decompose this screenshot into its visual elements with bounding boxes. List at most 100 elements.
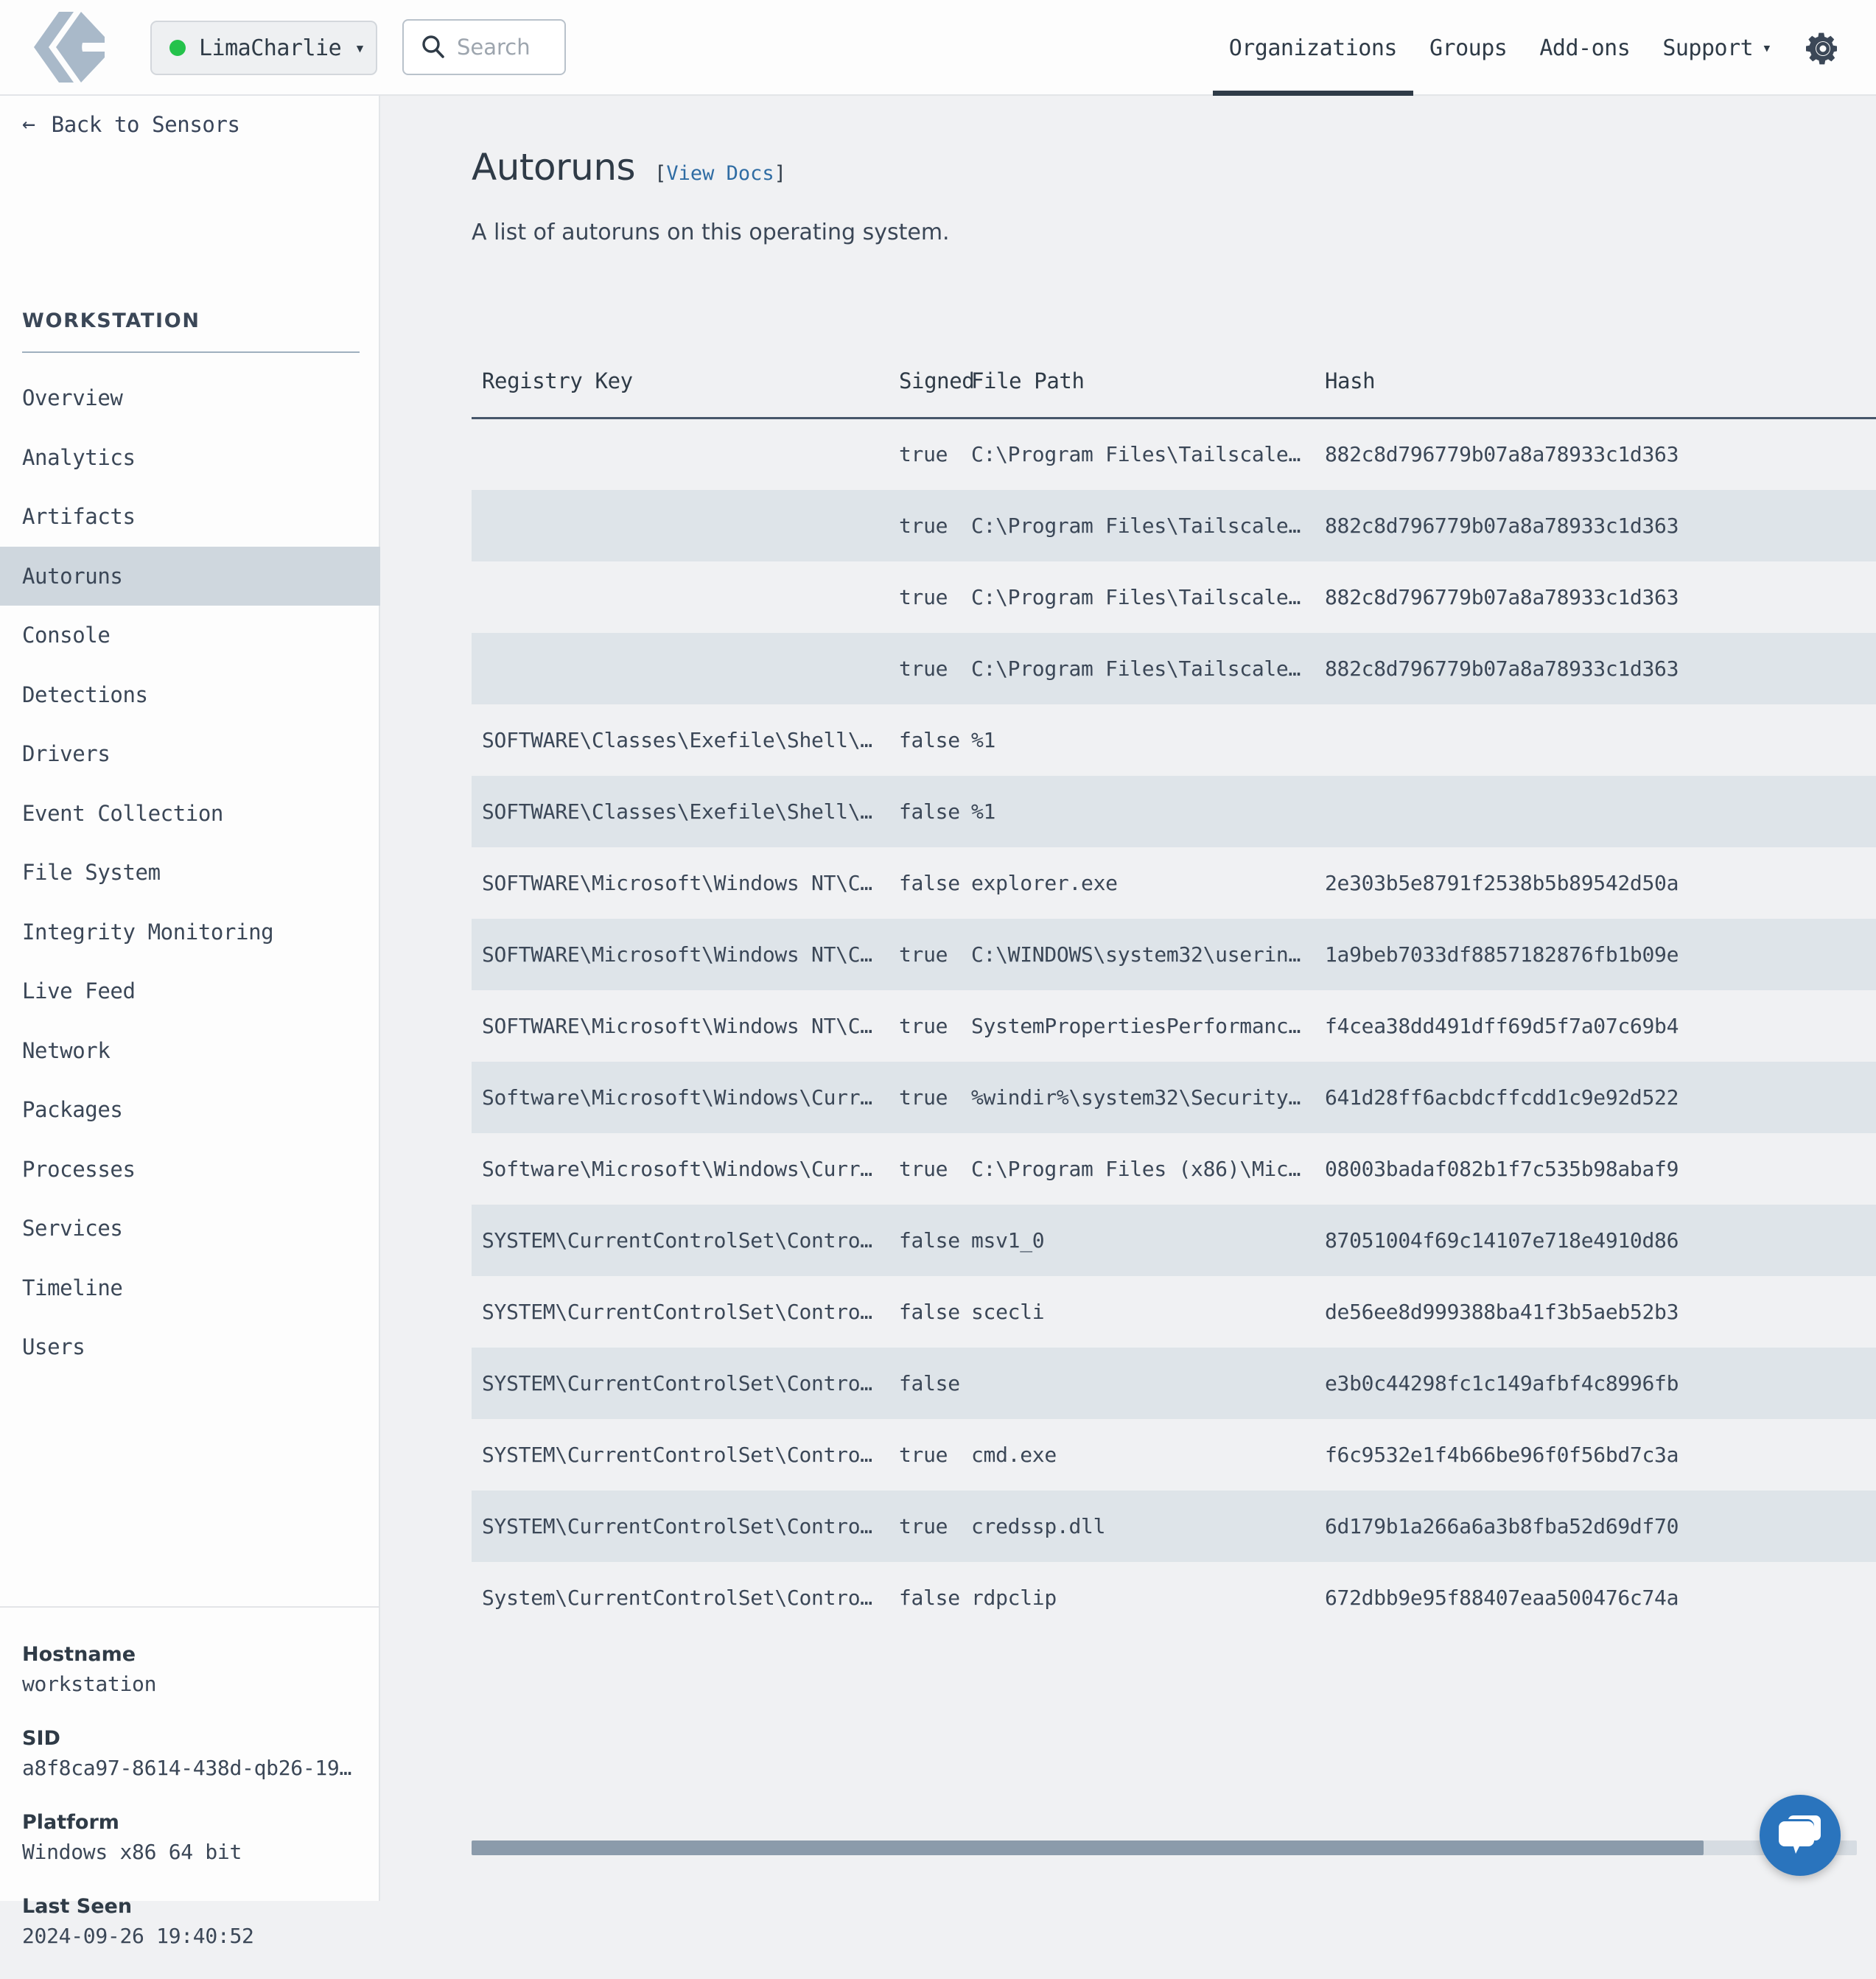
cell-file-path: %1 xyxy=(971,799,996,824)
table-row[interactable]: SYSTEM\CurrentControlSet\Control\Ls… fals… xyxy=(472,1204,1876,1276)
sidebar-item-label: Event Collection xyxy=(22,800,223,826)
cell-hash: 2e303b5e8791f2538b5b89542d50a xyxy=(1325,870,1679,895)
nav-item-organizations[interactable]: Organizations xyxy=(1212,0,1414,96)
table-row[interactable]: true C:\Program Files\Tailscale\tailscal…… xyxy=(472,632,1876,704)
sidebar-item-label: Processes xyxy=(22,1156,136,1182)
sidebar-item-drivers[interactable]: Drivers xyxy=(0,724,380,784)
sidebar-item-timeline[interactable]: Timeline xyxy=(0,1258,380,1318)
page-header: Autoruns [View Docs] A list of autoruns … xyxy=(472,146,950,245)
cell-hash: 6d179b1a266a6a3b8fba52d69df70 xyxy=(1325,1513,1679,1538)
cell-registry-key: Software\Microsoft\Windows\CurrentV… xyxy=(482,1156,899,1181)
sidebar-item-users[interactable]: Users xyxy=(0,1317,380,1377)
cell-file-path: cmd.exe xyxy=(971,1442,1057,1467)
table-row[interactable]: true C:\Program Files\Tailscale\tailscal…… xyxy=(472,489,1876,561)
cell-file-path: C:\Program Files (x86)\Microsoft\Ed… xyxy=(971,1156,1325,1181)
cell-registry-key xyxy=(472,633,899,704)
cell-file-path: %1 xyxy=(971,727,996,752)
table-row[interactable]: SYSTEM\CurrentControlSet\Control\Se… true… xyxy=(472,1490,1876,1562)
docs-bracket-close: ] xyxy=(774,162,786,185)
back-to-sensors-link[interactable]: ← Back to Sensors xyxy=(22,112,240,137)
sidebar-item-detections[interactable]: Detections xyxy=(0,665,380,725)
horizontal-scrollbar[interactable] xyxy=(472,1840,1857,1855)
cell-signed: true xyxy=(899,1156,948,1181)
table-row[interactable]: true C:\Program Files\Tailscale\tailscal…… xyxy=(472,418,1876,490)
table-row[interactable]: System\CurrentControlSet\Control\Te… fals… xyxy=(472,1562,1876,1633)
table-row[interactable]: SYSTEM\CurrentControlSet\Control\Sa… true… xyxy=(472,1419,1876,1491)
sidebar-item-autoruns[interactable]: Autoruns xyxy=(0,546,380,606)
cell-registry-key: SYSTEM\CurrentControlSet\Control\Ls… xyxy=(482,1299,899,1324)
primary-nav: Organizations Groups Add-ons Support ▾ xyxy=(1212,0,1788,96)
cell-signed: true xyxy=(899,513,948,538)
view-docs-label[interactable]: View Docs xyxy=(666,162,774,185)
sidebar-item-event-collection[interactable]: Event Collection xyxy=(0,784,380,844)
search-box[interactable]: Search xyxy=(402,19,566,75)
table-row[interactable]: SOFTWARE\Microsoft\Windows NT\Curre… true… xyxy=(472,918,1876,990)
nav-label: Organizations xyxy=(1228,35,1398,61)
sidebar-nav-list: Overview Analytics Artifacts Autoruns Co… xyxy=(0,368,380,1377)
table-row[interactable]: SOFTWARE\Classes\Exefile\Shell\Open… fals… xyxy=(472,775,1876,847)
sidebar-item-services[interactable]: Services xyxy=(0,1199,380,1258)
chevron-down-icon: ▾ xyxy=(1762,38,1771,57)
nav-item-groups[interactable]: Groups xyxy=(1413,0,1523,96)
column-header-signed[interactable]: Signed xyxy=(899,368,975,419)
view-docs-link[interactable]: [View Docs] xyxy=(654,162,786,185)
main-content: Autoruns [View Docs] A list of autoruns … xyxy=(382,96,1876,1901)
column-header-registry-key[interactable]: Registry Key xyxy=(472,368,899,419)
scrollbar-thumb[interactable] xyxy=(472,1840,1704,1855)
gear-icon[interactable] xyxy=(1805,31,1841,66)
table-row[interactable]: SYSTEM\CurrentControlSet\Control\Ls… fals… xyxy=(472,1347,1876,1419)
column-header-hash[interactable]: Hash xyxy=(1325,368,1876,419)
organization-selector[interactable]: LimaCharlie ▾ xyxy=(150,21,377,75)
table-row[interactable]: SOFTWARE\Classes\Exefile\Shell\Open… fals… xyxy=(472,704,1876,776)
table-row[interactable]: SYSTEM\CurrentControlSet\Control\Ls… fals… xyxy=(472,1276,1876,1348)
nav-label: Support xyxy=(1662,35,1754,61)
cell-signed: false xyxy=(899,1227,960,1253)
sidebar-item-integrity-monitoring[interactable]: Integrity Monitoring xyxy=(0,903,380,962)
cell-file-path: credssp.dll xyxy=(971,1513,1106,1538)
table-row[interactable]: Software\Microsoft\Windows\CurrentV… true… xyxy=(472,1133,1876,1205)
sidebar-item-file-system[interactable]: File System xyxy=(0,843,380,903)
cell-registry-key: SYSTEM\CurrentControlSet\Control\Ls… xyxy=(482,1370,899,1395)
org-status-dot xyxy=(169,40,186,56)
nav-item-add-ons[interactable]: Add-ons xyxy=(1523,0,1646,96)
table-row[interactable]: true C:\Program Files\Tailscale\tailscal…… xyxy=(472,561,1876,633)
column-header-file-path[interactable]: File Path xyxy=(971,368,1325,419)
sidebar-item-artifacts[interactable]: Artifacts xyxy=(0,487,380,547)
sidebar-item-label: Detections xyxy=(22,682,148,707)
sidebar-item-console[interactable]: Console xyxy=(0,606,380,665)
hostname-value: workstation xyxy=(22,1672,157,1696)
sidebar-item-packages[interactable]: Packages xyxy=(0,1080,380,1140)
cell-signed: true xyxy=(899,584,948,609)
cell-hash: 672dbb9e95f88407eaa500476c74a xyxy=(1325,1585,1679,1610)
cell-hash: 882c8d796779b07a8a78933c1d363 xyxy=(1325,442,1679,467)
cell-hash xyxy=(1325,776,1876,847)
cell-signed: false xyxy=(899,799,960,824)
table-row[interactable]: SOFTWARE\Microsoft\Windows NT\Curre… fals… xyxy=(472,847,1876,919)
sidebar-item-analytics[interactable]: Analytics xyxy=(0,428,380,488)
sidebar-item-label: Drivers xyxy=(22,741,111,767)
last-seen-value: 2024-09-26 19:40:52 xyxy=(22,1924,254,1948)
sidebar-section-title: WORKSTATION xyxy=(22,309,360,353)
sidebar-item-label: Analytics xyxy=(22,444,136,470)
cell-signed: true xyxy=(899,1442,948,1467)
chat-support-button[interactable] xyxy=(1760,1795,1841,1876)
back-to-sensors-label: Back to Sensors xyxy=(51,112,240,137)
table-row[interactable]: SOFTWARE\Microsoft\Windows NT\Curre… true… xyxy=(472,990,1876,1062)
autoruns-table-container: Registry Key Signed File Path Hash true C… xyxy=(382,368,1876,1610)
cell-signed: false xyxy=(899,727,960,752)
sidebar-item-network[interactable]: Network xyxy=(0,1021,380,1081)
sidebar-item-overview[interactable]: Overview xyxy=(0,368,380,428)
cell-hash: 87051004f69c14107e718e4910d86 xyxy=(1325,1227,1679,1253)
cell-file-path: rdpclip xyxy=(971,1585,1057,1610)
cell-file-path: SystemPropertiesPerformance.exe xyxy=(971,1013,1325,1038)
limacharlie-logo[interactable] xyxy=(28,9,108,85)
sidebar-item-live-feed[interactable]: Live Feed xyxy=(0,962,380,1021)
cell-signed: true xyxy=(899,1085,948,1110)
table-row[interactable]: Software\Microsoft\Windows\CurrentV… true… xyxy=(472,1061,1876,1133)
cell-hash: de56ee8d999388ba41f3b5aeb52b3 xyxy=(1325,1299,1679,1324)
sidebar-item-processes[interactable]: Processes xyxy=(0,1140,380,1199)
cell-hash: 1a9beb7033df8857182876fb1b09e xyxy=(1325,942,1679,967)
cell-registry-key: SYSTEM\CurrentControlSet\Control\Sa… xyxy=(482,1442,899,1467)
last-seen-label: Last Seen xyxy=(22,1895,133,1918)
nav-item-support[interactable]: Support ▾ xyxy=(1646,0,1788,96)
